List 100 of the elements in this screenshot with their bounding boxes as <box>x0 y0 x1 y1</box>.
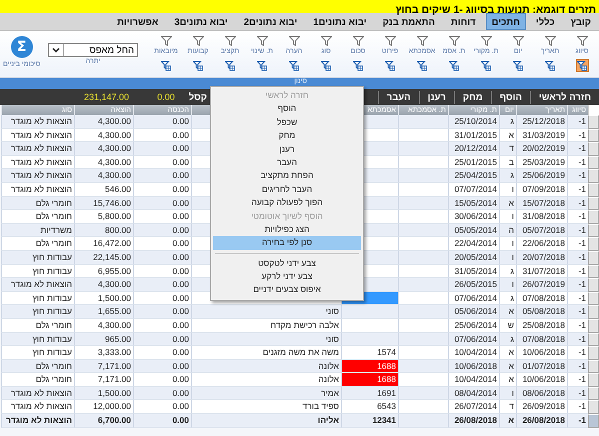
filter-edit-button[interactable] <box>512 59 524 72</box>
window-title: תזרים דוגמא: תנועות בסיווג -1 שיקים בחוץ <box>396 4 597 16</box>
menu-item[interactable]: צבע ידני לטקסט <box>213 256 361 270</box>
funnel-icon[interactable] <box>192 36 204 46</box>
row-header[interactable] <box>588 305 599 319</box>
funnel-grid-icon <box>225 60 235 70</box>
row-header[interactable] <box>588 142 599 156</box>
row-header[interactable] <box>588 292 599 306</box>
row-header[interactable] <box>588 264 599 278</box>
table-cell <box>398 332 448 346</box>
menu-item[interactable]: שכפל <box>213 116 361 130</box>
funnel-icon[interactable] <box>512 36 524 46</box>
filter-edit-button[interactable] <box>160 59 172 72</box>
menu-tab[interactable]: יבוא נתונים3 <box>168 13 234 30</box>
row-header[interactable] <box>588 278 599 292</box>
filter-edit-button[interactable] <box>288 59 300 72</box>
filter-edit-button[interactable] <box>352 59 364 72</box>
funnel-icon[interactable] <box>224 36 236 46</box>
funnel-icon[interactable] <box>416 36 428 46</box>
row-header[interactable] <box>588 414 599 428</box>
funnel-icon[interactable] <box>544 36 556 46</box>
row-header[interactable] <box>588 128 599 142</box>
funnel-icon[interactable] <box>160 36 172 46</box>
filter-edit-button[interactable] <box>320 59 332 72</box>
row-header[interactable] <box>588 182 599 197</box>
menu-item[interactable]: הצג כפילויות <box>213 222 361 236</box>
toolbar-button[interactable]: מחק <box>454 90 491 104</box>
menu-tab[interactable]: חתכים <box>486 13 526 30</box>
table-cell <box>341 305 398 319</box>
table-cell <box>398 386 448 400</box>
row-header[interactable] <box>588 346 599 360</box>
funnel-icon[interactable] <box>480 36 492 46</box>
funnel-icon[interactable] <box>448 36 460 46</box>
row-header[interactable] <box>588 224 599 238</box>
funnel-grid-icon <box>385 60 395 70</box>
menu-item[interactable]: צבע ידני לרקע <box>213 270 361 284</box>
row-header[interactable] <box>588 250 599 265</box>
menu-tab[interactable]: יבוא נתונים2 <box>238 13 304 30</box>
row-header[interactable] <box>588 237 599 251</box>
toolbar-button[interactable]: הוסף <box>490 90 530 104</box>
table-cell: 20/05/2014 <box>448 250 499 265</box>
toolbar-button[interactable]: רענן <box>418 90 454 104</box>
menu-item[interactable]: הפחת מתקציב <box>213 169 361 183</box>
subtotals-button[interactable]: Σ <box>10 36 33 58</box>
table-cell: 05/08/2018 <box>516 305 567 319</box>
table-cell: 08/04/2014 <box>448 386 499 400</box>
table-cell: אלונה <box>191 373 341 387</box>
funnel-icon[interactable] <box>352 36 364 46</box>
filter-edit-button[interactable] <box>576 59 588 72</box>
filter-edit-button[interactable] <box>416 59 428 72</box>
table-cell: חומרי גלם <box>1 360 74 374</box>
table-cell: א <box>499 305 516 319</box>
row-header[interactable] <box>588 360 599 374</box>
menu-tab[interactable]: אפשרויות <box>111 13 164 30</box>
table-cell: -1 <box>567 264 588 278</box>
row-header[interactable] <box>588 400 599 414</box>
menu-tab[interactable]: דוחות <box>444 13 482 30</box>
funnel-icon[interactable] <box>576 36 588 46</box>
row-header[interactable] <box>588 169 599 183</box>
menu-item[interactable]: העבר <box>213 156 361 170</box>
table-cell <box>398 115 448 129</box>
menu-item[interactable]: סנן לפי בחירה <box>213 236 361 250</box>
filter-edit-button[interactable] <box>384 59 396 72</box>
filter-edit-button[interactable] <box>544 59 556 72</box>
toolbar-button[interactable]: העבר <box>378 90 419 104</box>
table-cell: 07/08/2018 <box>516 292 567 306</box>
filter-edit-button[interactable] <box>192 59 204 72</box>
toolbar-button[interactable]: חזרה לראשי <box>530 90 599 104</box>
menu-item[interactable]: העבר לחריגים <box>213 182 361 196</box>
table-cell: א <box>499 373 516 387</box>
menu-item[interactable]: איפוס צבעים ידניים <box>213 283 361 297</box>
row-header[interactable] <box>588 318 599 332</box>
row-header[interactable] <box>588 156 599 170</box>
menu-tab[interactable]: קובץ <box>564 13 597 30</box>
balance-dropdown[interactable]: החל מאפס <box>48 43 138 57</box>
funnel-icon[interactable] <box>320 36 332 46</box>
filter-edit-button[interactable] <box>256 59 268 72</box>
funnel-icon[interactable] <box>288 36 300 46</box>
table-cell: 31/08/2018 <box>516 210 567 224</box>
table-cell: 0.00 <box>133 346 191 360</box>
table-cell: 22/06/2018 <box>516 237 567 251</box>
filter-edit-button[interactable] <box>448 59 460 72</box>
row-header[interactable] <box>588 373 599 387</box>
menu-item[interactable]: רענן <box>213 142 361 156</box>
table-cell <box>398 196 448 210</box>
filter-edit-button[interactable] <box>224 59 236 72</box>
funnel-icon[interactable] <box>384 36 396 46</box>
menu-tab[interactable]: כללי <box>530 13 561 30</box>
row-header[interactable] <box>588 332 599 346</box>
table-cell <box>398 346 448 360</box>
row-header[interactable] <box>588 210 599 224</box>
table-cell: 25/01/2015 <box>448 156 499 170</box>
row-header[interactable] <box>588 115 599 129</box>
menu-tab[interactable]: יבוא נתונים1 <box>307 13 373 30</box>
filter-edit-button[interactable] <box>480 59 492 72</box>
row-header[interactable] <box>588 196 599 210</box>
row-header[interactable] <box>588 386 599 400</box>
menu-item[interactable]: הפוך לפעולה קבועה <box>213 196 361 210</box>
funnel-icon[interactable] <box>256 36 268 46</box>
menu-item[interactable]: מחק <box>213 129 361 143</box>
